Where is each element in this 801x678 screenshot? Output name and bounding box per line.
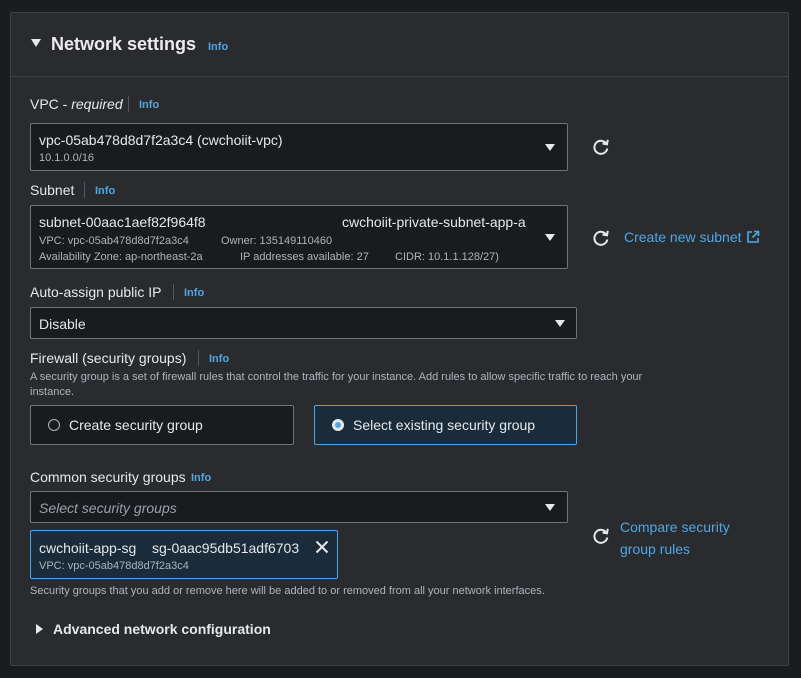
section-title: Network settings [51, 34, 197, 54]
subnet-vpc: VPC: vpc-05ab478d8d7f2a3c4 [39, 235, 189, 247]
divider [173, 284, 174, 300]
firewall-description-line: instance. [30, 386, 75, 398]
firewall-label: Firewall (security groups) [30, 350, 187, 366]
common-sg-label: Common security groups [30, 469, 186, 485]
vpc-info-link[interactable]: Info [139, 99, 159, 111]
create-subnet-label: Create new subnet [624, 229, 742, 245]
compare-link-line: Compare security [620, 519, 730, 535]
subnet-name: cwchoiit-private-subnet-app-a [342, 214, 526, 230]
divider [128, 96, 129, 112]
vpc-required: required [71, 96, 123, 112]
common-sg-info-link[interactable]: Info [191, 472, 211, 484]
subnet-info-link[interactable]: Info [95, 185, 115, 197]
select-existing-security-group-option[interactable]: Select existing security group [314, 405, 577, 445]
token-id: sg-0aac95db51adf6703 [152, 540, 300, 556]
firewall-info-link[interactable]: Info [209, 353, 229, 365]
caret-down-icon [545, 504, 555, 511]
subnet-ips: IP addresses available: 27 [240, 251, 369, 263]
token-name: cwchoiit-app-sg [39, 540, 137, 556]
caret-right-icon [36, 624, 43, 634]
compare-security-group-rules-link[interactable]: Compare security group rules [620, 516, 730, 560]
refresh-icon[interactable] [591, 228, 611, 248]
caret-down-icon [555, 320, 565, 327]
token-vpc: VPC: vpc-05ab478d8d7f2a3c4 [39, 560, 189, 572]
caret-down-icon[interactable] [31, 39, 41, 47]
auto-ip-select[interactable]: Disable [30, 307, 577, 339]
security-groups-placeholder: Select security groups [39, 500, 177, 516]
divider [84, 182, 85, 198]
vpc-select[interactable]: vpc-05ab478d8d7f2a3c4 (cwchoiit-vpc) 10.… [30, 123, 568, 171]
compare-link-line: group rules [620, 541, 691, 557]
subnet-az: Availability Zone: ap-northeast-2a [39, 251, 203, 263]
radio-button[interactable] [48, 419, 60, 431]
auto-ip-value: Disable [39, 316, 86, 332]
caret-down-icon [545, 234, 555, 241]
select-existing-security-group-label: Select existing security group [353, 417, 536, 433]
vpc-label: VPC - required [30, 96, 123, 112]
close-icon[interactable] [315, 540, 329, 554]
advanced-network-configuration-toggle[interactable]: Advanced network configuration [30, 618, 290, 640]
refresh-icon[interactable] [591, 137, 611, 157]
vpc-value: vpc-05ab478d8d7f2a3c4 (cwchoiit-vpc) [39, 132, 283, 148]
create-subnet-link[interactable]: Create new subnet [624, 229, 760, 245]
create-security-group-label: Create security group [69, 417, 203, 433]
subnet-select[interactable]: subnet-00aac1aef82f964f8 cwchoiit-privat… [30, 205, 568, 269]
subnet-owner: Owner: 135149110460 [221, 235, 333, 247]
security-groups-select[interactable]: Select security groups [30, 491, 568, 523]
security-group-token: cwchoiit-app-sg sg-0aac95db51adf6703 VPC… [30, 530, 338, 579]
radio-button-selected[interactable] [332, 419, 344, 431]
divider [198, 350, 199, 366]
create-security-group-option[interactable]: Create security group [30, 405, 294, 445]
auto-ip-label: Auto-assign public IP [30, 284, 162, 300]
subnet-id: subnet-00aac1aef82f964f8 [39, 214, 206, 230]
caret-down-icon [545, 144, 555, 151]
security-groups-footnote: Security groups that you add or remove h… [30, 585, 545, 597]
refresh-icon[interactable] [591, 526, 611, 546]
external-link-icon [747, 230, 760, 243]
subnet-cidr: CIDR: 10.1.1.128/27) [395, 251, 499, 263]
firewall-description: A security group is a set of firewall ru… [30, 370, 770, 400]
auto-ip-info-link[interactable]: Info [184, 287, 204, 299]
advanced-label: Advanced network configuration [53, 621, 271, 637]
section-info-link[interactable]: Info [208, 41, 228, 53]
vpc-cidr: 10.1.0.0/16 [39, 152, 95, 164]
firewall-description-line: A security group is a set of firewall ru… [30, 371, 643, 383]
panel-header[interactable]: Network settings Info [11, 13, 788, 77]
subnet-label: Subnet [30, 182, 75, 198]
